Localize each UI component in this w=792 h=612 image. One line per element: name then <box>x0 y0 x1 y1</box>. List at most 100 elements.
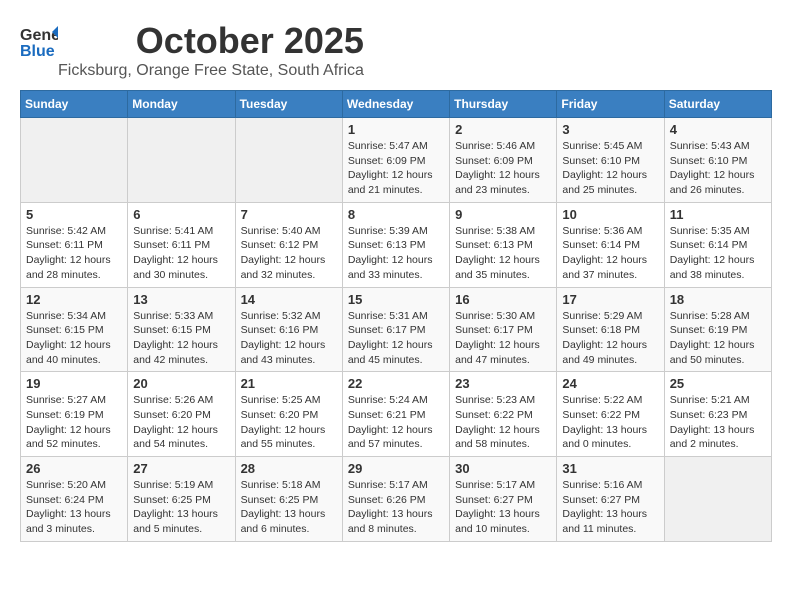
day-number: 31 <box>562 461 658 476</box>
table-row: 20 Sunrise: 5:26 AM Sunset: 6:20 PM Dayli… <box>128 372 235 457</box>
table-row: 28 Sunrise: 5:18 AM Sunset: 6:25 PM Dayli… <box>235 457 342 542</box>
day-info: Sunrise: 5:40 AM Sunset: 6:12 PM Dayligh… <box>241 224 337 283</box>
day-number: 7 <box>241 207 337 222</box>
day-number: 11 <box>670 207 766 222</box>
table-row: 23 Sunrise: 5:23 AM Sunset: 6:22 PM Dayli… <box>450 372 557 457</box>
day-info: Sunrise: 5:26 AM Sunset: 6:20 PM Dayligh… <box>133 393 229 452</box>
day-number: 12 <box>26 292 122 307</box>
day-number: 26 <box>26 461 122 476</box>
day-number: 13 <box>133 292 229 307</box>
day-info: Sunrise: 5:36 AM Sunset: 6:14 PM Dayligh… <box>562 224 658 283</box>
table-row: 12 Sunrise: 5:34 AM Sunset: 6:15 PM Dayli… <box>21 287 128 372</box>
day-info: Sunrise: 5:27 AM Sunset: 6:19 PM Dayligh… <box>26 393 122 452</box>
day-number: 18 <box>670 292 766 307</box>
table-row: 4Sunrise: 5:43 AM Sunset: 6:10 PM Daylig… <box>664 118 771 203</box>
table-row: 25 Sunrise: 5:21 AM Sunset: 6:23 PM Dayli… <box>664 372 771 457</box>
day-info: Sunrise: 5:23 AM Sunset: 6:22 PM Dayligh… <box>455 393 551 452</box>
day-info: Sunrise: 5:38 AM Sunset: 6:13 PM Dayligh… <box>455 224 551 283</box>
title-area: October 2025 Ficksburg, Orange Free Stat… <box>58 20 364 80</box>
day-number: 17 <box>562 292 658 307</box>
day-number: 2 <box>455 122 551 137</box>
day-info: Sunrise: 5:18 AM Sunset: 6:25 PM Dayligh… <box>241 478 337 537</box>
day-info: Sunrise: 5:42 AM Sunset: 6:11 PM Dayligh… <box>26 224 122 283</box>
table-row: 3 Sunrise: 5:45 AM Sunset: 6:10 PM Daylig… <box>557 118 664 203</box>
day-info: Sunrise: 5:34 AM Sunset: 6:15 PM Dayligh… <box>26 309 122 368</box>
day-number: 8 <box>348 207 444 222</box>
header-wednesday: Wednesday <box>342 91 449 118</box>
day-info: Sunrise: 5:45 AM Sunset: 6:10 PM Dayligh… <box>562 139 658 198</box>
day-info: Sunrise: 5:29 AM Sunset: 6:18 PM Dayligh… <box>562 309 658 368</box>
table-row: 26 Sunrise: 5:20 AM Sunset: 6:24 PM Dayli… <box>21 457 128 542</box>
table-row <box>21 118 128 203</box>
table-row: 24 Sunrise: 5:22 AM Sunset: 6:22 PM Dayli… <box>557 372 664 457</box>
day-info: Sunrise: 5:25 AM Sunset: 6:20 PM Dayligh… <box>241 393 337 452</box>
day-info: Sunrise: 5:16 AM Sunset: 6:27 PM Dayligh… <box>562 478 658 537</box>
header-sunday: Sunday <box>21 91 128 118</box>
day-info: Sunrise: 5:19 AM Sunset: 6:25 PM Dayligh… <box>133 478 229 537</box>
table-row: 18Sunrise: 5:28 AM Sunset: 6:19 PM Dayli… <box>664 287 771 372</box>
svg-text:General: General <box>20 27 58 44</box>
table-row: 21Sunrise: 5:25 AM Sunset: 6:20 PM Dayli… <box>235 372 342 457</box>
table-row: 22 Sunrise: 5:24 AM Sunset: 6:21 PM Dayli… <box>342 372 449 457</box>
table-row: 30Sunrise: 5:17 AM Sunset: 6:27 PM Dayli… <box>450 457 557 542</box>
day-info: Sunrise: 5:20 AM Sunset: 6:24 PM Dayligh… <box>26 478 122 537</box>
table-row: 14 Sunrise: 5:32 AM Sunset: 6:16 PM Dayli… <box>235 287 342 372</box>
day-number: 20 <box>133 376 229 391</box>
calendar-header: Sunday Monday Tuesday Wednesday Thursday… <box>21 91 772 118</box>
day-number: 10 <box>562 207 658 222</box>
table-row <box>235 118 342 203</box>
table-row <box>664 457 771 542</box>
table-row: 27 Sunrise: 5:19 AM Sunset: 6:25 PM Dayli… <box>128 457 235 542</box>
calendar-body: 1 Sunrise: 5:47 AM Sunset: 6:09 PM Daylig… <box>21 118 772 542</box>
day-info: Sunrise: 5:24 AM Sunset: 6:21 PM Dayligh… <box>348 393 444 452</box>
day-number: 6 <box>133 207 229 222</box>
day-number: 27 <box>133 461 229 476</box>
day-info: Sunrise: 5:21 AM Sunset: 6:23 PM Dayligh… <box>670 393 766 452</box>
day-info: Sunrise: 5:35 AM Sunset: 6:14 PM Dayligh… <box>670 224 766 283</box>
svg-text:Blue: Blue <box>20 43 55 58</box>
page-header: General Blue October 2025 Ficksburg, Ora… <box>20 20 772 80</box>
calendar-table: Sunday Monday Tuesday Wednesday Thursday… <box>20 90 772 542</box>
table-row: 31 Sunrise: 5:16 AM Sunset: 6:27 PM Dayli… <box>557 457 664 542</box>
day-info: Sunrise: 5:33 AM Sunset: 6:15 PM Dayligh… <box>133 309 229 368</box>
day-number: 15 <box>348 292 444 307</box>
day-info: Sunrise: 5:41 AM Sunset: 6:11 PM Dayligh… <box>133 224 229 283</box>
table-row: 17 Sunrise: 5:29 AM Sunset: 6:18 PM Dayli… <box>557 287 664 372</box>
day-number: 9 <box>455 207 551 222</box>
day-info: Sunrise: 5:22 AM Sunset: 6:22 PM Dayligh… <box>562 393 658 452</box>
day-number: 28 <box>241 461 337 476</box>
location-subtitle: Ficksburg, Orange Free State, South Afri… <box>58 62 364 80</box>
day-info: Sunrise: 5:46 AM Sunset: 6:09 PM Dayligh… <box>455 139 551 198</box>
day-number: 25 <box>670 376 766 391</box>
day-number: 24 <box>562 376 658 391</box>
day-number: 22 <box>348 376 444 391</box>
day-info: Sunrise: 5:30 AM Sunset: 6:17 PM Dayligh… <box>455 309 551 368</box>
day-info: Sunrise: 5:43 AM Sunset: 6:10 PM Dayligh… <box>670 139 766 198</box>
table-row: 5Sunrise: 5:42 AM Sunset: 6:11 PM Daylig… <box>21 202 128 287</box>
header-tuesday: Tuesday <box>235 91 342 118</box>
day-number: 19 <box>26 376 122 391</box>
table-row: 6 Sunrise: 5:41 AM Sunset: 6:11 PM Daylig… <box>128 202 235 287</box>
day-info: Sunrise: 5:47 AM Sunset: 6:09 PM Dayligh… <box>348 139 444 198</box>
day-number: 14 <box>241 292 337 307</box>
table-row: 7 Sunrise: 5:40 AM Sunset: 6:12 PM Daylig… <box>235 202 342 287</box>
table-row: 15 Sunrise: 5:31 AM Sunset: 6:17 PM Dayli… <box>342 287 449 372</box>
day-number: 1 <box>348 122 444 137</box>
table-row: 16 Sunrise: 5:30 AM Sunset: 6:17 PM Dayli… <box>450 287 557 372</box>
day-number: 16 <box>455 292 551 307</box>
header-thursday: Thursday <box>450 91 557 118</box>
header-saturday: Saturday <box>664 91 771 118</box>
day-number: 3 <box>562 122 658 137</box>
day-info: Sunrise: 5:32 AM Sunset: 6:16 PM Dayligh… <box>241 309 337 368</box>
day-info: Sunrise: 5:17 AM Sunset: 6:26 PM Dayligh… <box>348 478 444 537</box>
day-number: 29 <box>348 461 444 476</box>
month-title: October 2025 <box>58 20 364 62</box>
header-monday: Monday <box>128 91 235 118</box>
logo: General Blue <box>20 20 58 58</box>
table-row: 8Sunrise: 5:39 AM Sunset: 6:13 PM Daylig… <box>342 202 449 287</box>
day-number: 30 <box>455 461 551 476</box>
day-number: 23 <box>455 376 551 391</box>
day-info: Sunrise: 5:31 AM Sunset: 6:17 PM Dayligh… <box>348 309 444 368</box>
table-row: 10 Sunrise: 5:36 AM Sunset: 6:14 PM Dayli… <box>557 202 664 287</box>
table-row: 1 Sunrise: 5:47 AM Sunset: 6:09 PM Daylig… <box>342 118 449 203</box>
